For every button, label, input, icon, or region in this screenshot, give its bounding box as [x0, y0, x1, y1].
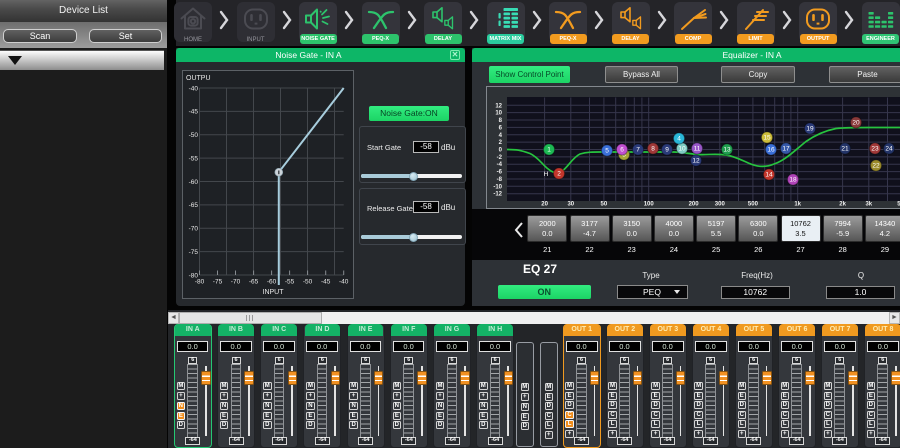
svg-text:-10: -10 [493, 184, 502, 190]
svg-text:2: 2 [499, 140, 503, 146]
svg-text:-55: -55 [189, 155, 199, 162]
svg-text:12: 12 [692, 157, 700, 164]
svg-text:22: 22 [872, 162, 880, 169]
svg-text:20: 20 [541, 201, 548, 207]
svg-text:12: 12 [495, 103, 502, 109]
svg-text:50: 50 [601, 201, 608, 207]
svg-text:6: 6 [620, 146, 624, 153]
svg-text:300: 300 [715, 201, 726, 207]
svg-text:2: 2 [557, 170, 561, 177]
svg-text:1: 1 [547, 146, 551, 153]
svg-text:9: 9 [665, 146, 669, 153]
svg-text:-70: -70 [231, 279, 241, 286]
svg-text:-50: -50 [189, 132, 199, 139]
svg-text:-50: -50 [303, 279, 313, 286]
svg-text:100: 100 [644, 201, 655, 207]
svg-text:24: 24 [885, 145, 893, 152]
svg-text:20: 20 [852, 119, 860, 126]
svg-text:-2: -2 [497, 154, 503, 160]
svg-text:-55: -55 [285, 279, 295, 286]
svg-text:-60: -60 [267, 279, 277, 286]
svg-text:8: 8 [651, 145, 655, 152]
svg-text:21: 21 [841, 145, 849, 152]
svg-text:2k: 2k [839, 201, 846, 207]
svg-text:-40: -40 [189, 85, 199, 92]
svg-text:30: 30 [567, 201, 574, 207]
svg-text:-60: -60 [189, 179, 199, 186]
svg-text:H: H [544, 171, 549, 178]
svg-text:INPUT: INPUT [263, 289, 285, 296]
svg-text:7: 7 [636, 146, 640, 153]
svg-text:0: 0 [499, 147, 503, 153]
svg-text:10: 10 [495, 110, 502, 116]
svg-text:14: 14 [765, 171, 773, 178]
svg-text:-4: -4 [497, 162, 503, 168]
svg-text:-75: -75 [213, 279, 223, 286]
svg-text:4: 4 [499, 132, 503, 138]
svg-text:-8: -8 [497, 177, 503, 183]
svg-text:8: 8 [499, 118, 503, 124]
svg-text:4: 4 [677, 135, 681, 142]
svg-text:-6: -6 [497, 169, 503, 175]
svg-text:3k: 3k [865, 201, 872, 207]
svg-text:500: 500 [748, 201, 759, 207]
svg-text:-45: -45 [321, 279, 331, 286]
svg-text:19: 19 [806, 125, 814, 132]
svg-text:5: 5 [605, 147, 609, 154]
svg-text:18: 18 [789, 176, 797, 183]
svg-text:-40: -40 [339, 279, 349, 286]
svg-text:11: 11 [694, 145, 701, 152]
svg-text:-65: -65 [189, 202, 199, 209]
svg-text:16: 16 [767, 146, 775, 153]
svg-text:13: 13 [723, 146, 731, 153]
svg-text:OUTPU: OUTPU [186, 75, 211, 82]
svg-text:6: 6 [499, 125, 503, 131]
svg-text:15: 15 [763, 134, 771, 141]
svg-text:23: 23 [871, 145, 879, 152]
svg-text:10: 10 [678, 145, 686, 152]
svg-text:-70: -70 [189, 226, 199, 233]
svg-text:-45: -45 [189, 109, 199, 116]
svg-text:17: 17 [782, 145, 790, 152]
svg-text:-12: -12 [493, 191, 502, 197]
svg-text:-65: -65 [249, 279, 259, 286]
svg-text:1k: 1k [794, 201, 801, 207]
svg-text:200: 200 [689, 201, 700, 207]
svg-text:-80: -80 [195, 279, 205, 286]
svg-text:-75: -75 [189, 249, 199, 256]
